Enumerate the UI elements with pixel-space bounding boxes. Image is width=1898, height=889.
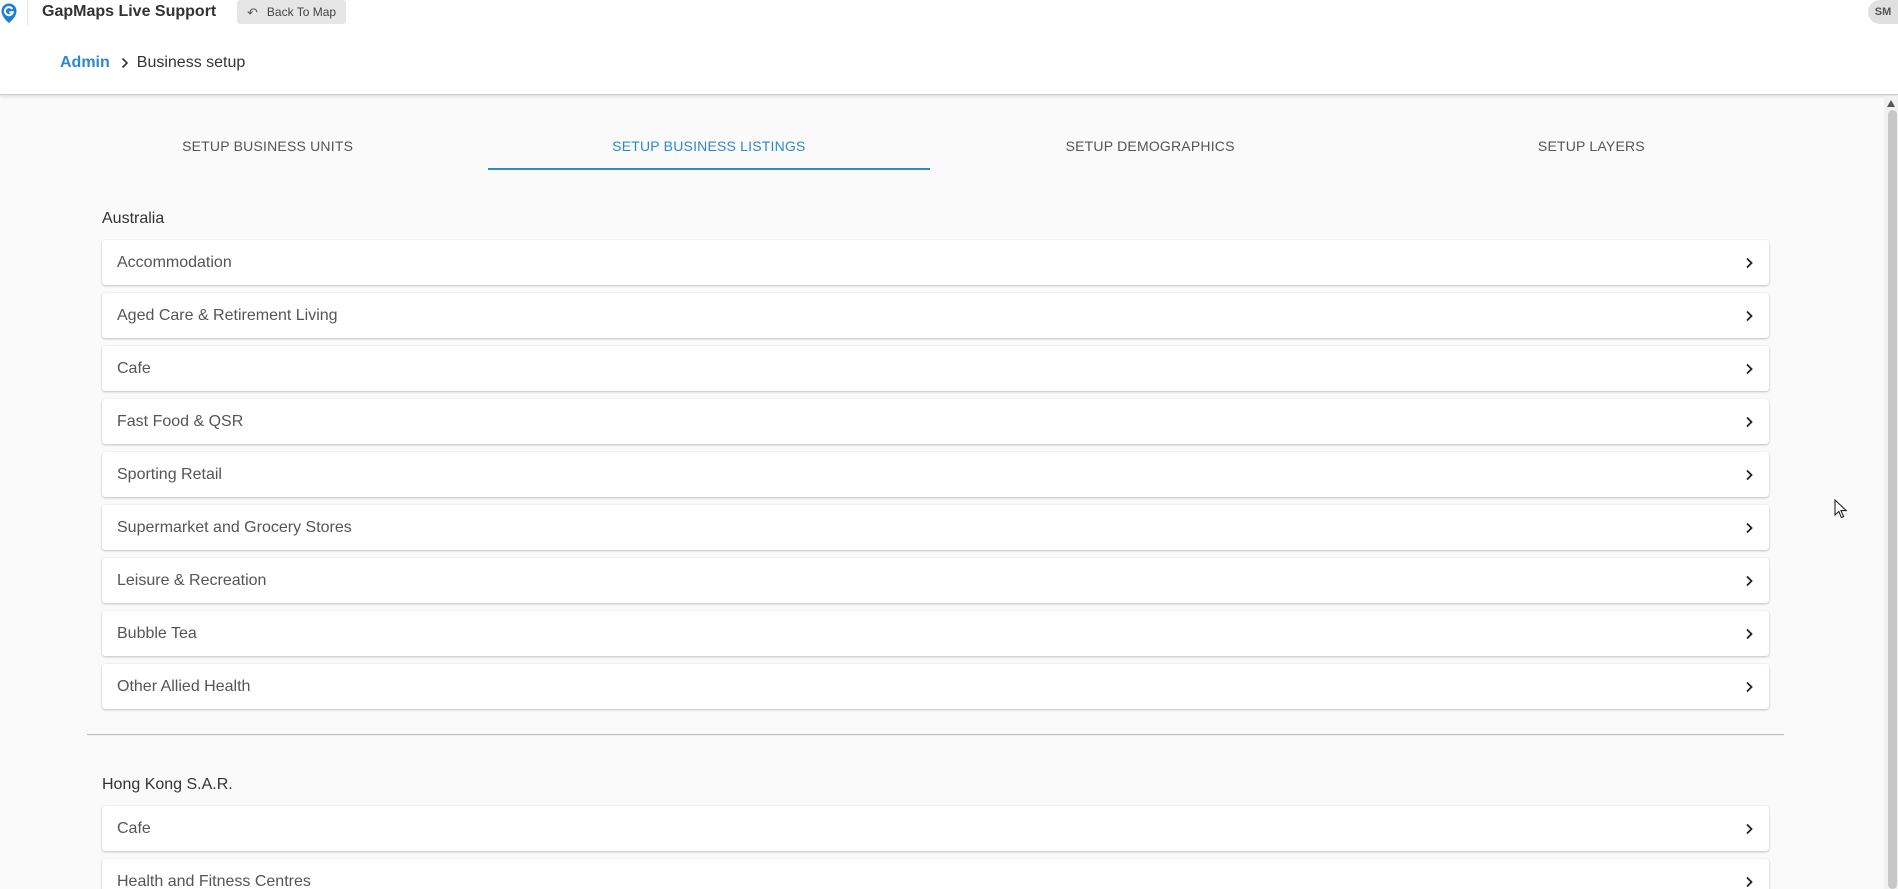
tab-setup-demographics[interactable]: SETUP DEMOGRAPHICS (930, 128, 1371, 170)
chevron-right-icon (1744, 363, 1754, 375)
chevron-right-icon (1744, 257, 1754, 269)
chevron-right-icon (1744, 575, 1754, 587)
list-item-label: Accommodation (117, 253, 232, 271)
list-item-label: Supermarket and Grocery Stores (117, 518, 352, 536)
chevron-right-icon (120, 57, 129, 69)
list-item-label: Fast Food & QSR (117, 412, 244, 430)
chevron-right-icon (1744, 522, 1754, 534)
chevron-right-icon (1744, 310, 1754, 322)
section-divider (87, 734, 1784, 735)
gapmaps-logo[interactable] (0, 2, 20, 24)
list-item[interactable]: Cafe (102, 346, 1769, 391)
section-title-hong-kong: Hong Kong S.A.R. (102, 776, 233, 793)
chevron-right-icon (1744, 876, 1754, 888)
list-item-label: Health and Fitness Centres (117, 872, 311, 889)
list-item[interactable]: Sporting Retail (102, 452, 1769, 497)
chevron-right-icon (1744, 469, 1754, 481)
list-item-label: Cafe (117, 359, 151, 377)
main-content: SETUP BUSINESS UNITS SETUP BUSINESS LIST… (0, 0, 1884, 889)
setup-tabs: SETUP BUSINESS UNITS SETUP BUSINESS LIST… (47, 128, 1812, 170)
list-item-label: Leisure & Recreation (117, 571, 267, 589)
list-item-label: Sporting Retail (117, 465, 222, 483)
back-to-map-label: Back To Map (266, 5, 337, 19)
top-bar: GapMaps Live Support ↶ Back To Map SM Ad… (0, 0, 1898, 95)
scrollbar-thumb[interactable] (1888, 110, 1897, 889)
list-item[interactable]: Bubble Tea (102, 611, 1769, 656)
avatar[interactable]: SM (1868, 0, 1898, 24)
list-item[interactable]: Other Allied Health (102, 664, 1769, 709)
chevron-right-icon (1744, 681, 1754, 693)
list-item[interactable]: Health and Fitness Centres (102, 859, 1769, 889)
list-item-label: Bubble Tea (117, 624, 197, 642)
chevron-right-icon (1744, 416, 1754, 428)
app-title: GapMaps Live Support (42, 3, 217, 20)
undo-arrow-icon: ↶ (247, 4, 258, 20)
chevron-right-icon (1744, 823, 1754, 835)
list-item[interactable]: Accommodation (102, 240, 1769, 285)
back-to-map-button[interactable]: ↶ Back To Map (237, 0, 346, 24)
list-item[interactable]: Leisure & Recreation (102, 558, 1769, 603)
section-title-australia: Australia (102, 210, 165, 227)
list-item[interactable]: Supermarket and Grocery Stores (102, 505, 1769, 550)
header-divider (27, 0, 28, 26)
mouse-pointer-icon (1834, 498, 1848, 524)
tab-setup-business-units[interactable]: SETUP BUSINESS UNITS (47, 128, 488, 170)
list-item[interactable]: Cafe (102, 806, 1769, 851)
business-list-hong-kong: Cafe Health and Fitness Centres (102, 806, 1769, 889)
list-item[interactable]: Aged Care & Retirement Living (102, 293, 1769, 338)
scroll-up-arrow-icon[interactable] (1887, 100, 1895, 107)
breadcrumb-admin-link[interactable]: Admin (60, 54, 110, 72)
business-list-australia: Accommodation Aged Care & Retirement Liv… (102, 240, 1769, 717)
breadcrumb-current: Business setup (136, 54, 246, 71)
chevron-right-icon (1744, 628, 1754, 640)
list-item-label: Cafe (117, 819, 151, 837)
tab-setup-layers[interactable]: SETUP LAYERS (1371, 128, 1812, 170)
list-item-label: Other Allied Health (117, 677, 251, 695)
tab-setup-business-listings[interactable]: SETUP BUSINESS LISTINGS (488, 128, 930, 170)
list-item[interactable]: Fast Food & QSR (102, 399, 1769, 444)
list-item-label: Aged Care & Retirement Living (117, 306, 338, 324)
breadcrumb: Admin Business setup (60, 54, 245, 72)
